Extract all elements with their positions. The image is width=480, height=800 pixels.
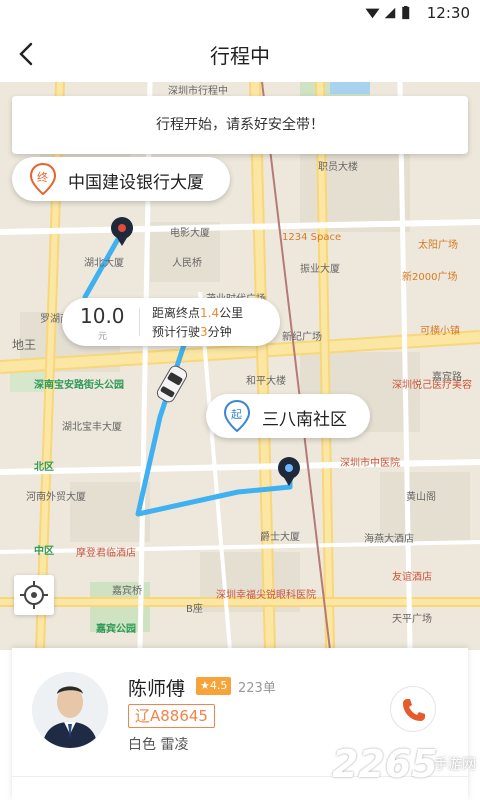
map-label: 中区 <box>34 546 54 557</box>
map-label: 黄山阁 <box>406 492 436 503</box>
map-label: 太阳广场 <box>418 240 458 251</box>
trip-notice-banner: 行程开始，请系好安全带！ <box>12 96 468 154</box>
crosshair-icon <box>20 581 48 609</box>
estimated-time: 预计行驶3分钟 <box>152 325 232 339</box>
fare-unit: 元 <box>98 332 108 342</box>
map-label: 新2000广场 <box>402 272 458 283</box>
watermark-logo: 2265 手游网 <box>332 742 476 786</box>
call-driver-button[interactable] <box>390 686 436 732</box>
trip-info-tip: 10.0 元 距离终点1.4公里 预计行驶3分钟 <box>62 298 280 346</box>
map-label: 深圳幸福尖锐眼科医院 <box>216 590 316 601</box>
map-label: 1234 Space <box>282 232 342 243</box>
driver-avatar <box>32 672 108 748</box>
battery-icon <box>402 6 410 20</box>
map-label: 北区 <box>34 462 54 473</box>
status-bar: 12:30 <box>0 0 480 26</box>
wifi-icon <box>365 8 380 19</box>
remaining-distance: 距离终点1.4公里 <box>152 306 244 320</box>
map-label: 职员大楼 <box>318 162 358 173</box>
map-label: 湖北宝丰大厦 <box>62 422 122 433</box>
map-label: 可横小镇 <box>420 326 460 337</box>
license-plate: 辽A88645 <box>128 704 215 728</box>
top-nav: 行程中 <box>0 26 480 82</box>
fare-amount: 10.0 <box>80 304 125 328</box>
page-title: 行程中 <box>210 44 270 68</box>
tip-divider <box>139 308 140 336</box>
rating-badge: ★4.5 <box>196 677 232 695</box>
signal-icon <box>384 7 396 19</box>
origin-badge: 起 <box>231 408 242 421</box>
map-label: 湖北大厦 <box>84 258 124 269</box>
destination-badge: 终 <box>37 171 48 184</box>
map-label: 深圳市行程中 <box>168 86 228 97</box>
map-label: 嘉宾公园 <box>96 624 136 635</box>
map-label: 电影大厦 <box>170 228 210 239</box>
clock: 12:30 <box>426 4 470 22</box>
map-label: B座 <box>186 604 203 615</box>
map-label: 友谊酒店 <box>392 572 432 583</box>
map-label: 爵士大厦 <box>260 532 300 543</box>
driver-name: 陈师傅 <box>128 678 186 700</box>
origin-name: 三八南社区 <box>262 410 347 430</box>
map-label: 振业大厦 <box>300 264 340 275</box>
phone-icon <box>403 699 425 721</box>
map-label: 新纪广场 <box>282 332 322 343</box>
destination-name: 中国建设银行大厦 <box>68 173 204 193</box>
status-icons <box>365 6 410 20</box>
destination-bubble[interactable]: 终 中国建设银行大厦 <box>12 157 230 201</box>
map-label: 摩登君临酒店 <box>76 548 136 559</box>
map-label: 人民桥 <box>172 258 202 269</box>
map-label: 天平广场 <box>392 614 432 625</box>
driver-photo-icon <box>32 672 108 748</box>
map-label: 深圳市中医院 <box>340 458 400 469</box>
order-count: 223单 <box>238 681 276 696</box>
map-label: 河南外贸大厦 <box>26 492 86 503</box>
map-label: 嘉宾桥 <box>112 586 142 597</box>
map-label: 和平大楼 <box>246 376 286 387</box>
map-label: 嘉宾路 <box>432 372 462 383</box>
origin-bubble[interactable]: 起 三八南社区 <box>206 394 370 438</box>
locate-button[interactable] <box>14 575 54 615</box>
map-label: 海燕大酒店 <box>364 534 414 545</box>
map-label: 深南宝安路街头公园 <box>34 380 124 391</box>
car-description: 白色 雷凌 <box>128 737 189 753</box>
map-label: 地王 <box>12 338 37 352</box>
